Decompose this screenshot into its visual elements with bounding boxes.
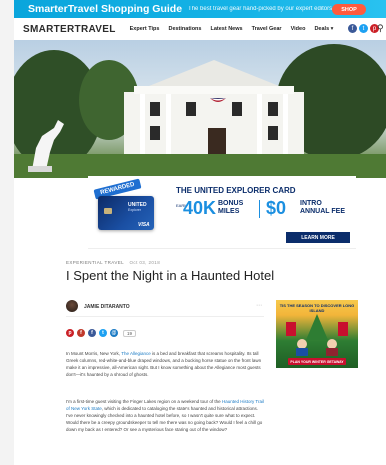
card-sub: Explorer	[128, 208, 142, 212]
twitter-icon[interactable]: t	[359, 24, 368, 33]
nav-link-video[interactable]: Video	[291, 26, 306, 32]
more-options-icon[interactable]: ⋯	[256, 302, 262, 309]
author-row: JAMIE DITARANTO ⋯	[66, 300, 264, 317]
category-label[interactable]: EXPERIENTIAL TRAVEL	[66, 260, 124, 265]
facebook-share-icon[interactable]: f	[88, 329, 96, 337]
promo-title: SmarterTravel Shopping Guide	[28, 3, 183, 15]
article-headline: I Spent the Night in a Haunted Hotel	[66, 268, 275, 283]
article-date: Oct 03, 2018	[129, 260, 161, 265]
nav-link-destinations[interactable]: Destinations	[168, 26, 201, 32]
article-paragraph-2: I'm a first-time guest visiting the Fing…	[66, 398, 264, 433]
article-category: EXPERIENTIAL TRAVEL Oct 03, 2018	[66, 260, 160, 265]
pinterest-share-icon[interactable]: p	[66, 329, 74, 337]
ad-title: THE UNITED EXPLORER CARD	[176, 186, 296, 195]
main-nav: SMARTERTRAVEL Expert Tips Destinations L…	[14, 18, 386, 41]
flipboard-share-icon[interactable]: f	[77, 329, 85, 337]
shop-button[interactable]: SHOP	[332, 4, 366, 15]
card-chip-icon	[104, 208, 112, 214]
share-buttons: p f f t @ 19	[66, 329, 137, 337]
p1-text-start: In Mount Morris, New York,	[66, 351, 122, 356]
promo-text: The best travel gear hand-picked by our …	[188, 6, 333, 12]
facebook-icon[interactable]: f	[348, 24, 357, 33]
ad-divider	[259, 200, 260, 218]
allegiance-link[interactable]: The Allegiance	[121, 351, 151, 356]
site-logo[interactable]: SMARTERTRAVEL	[23, 24, 116, 35]
hero-image	[14, 40, 386, 178]
author-name[interactable]: JAMIE DITARANTO	[84, 304, 130, 310]
learn-more-button[interactable]: LEARN MORE	[286, 232, 350, 243]
ad-bonus-label: BONUS MILES	[218, 200, 243, 216]
credit-card-ad[interactable]: REWARDED UNITED Explorer VISA THE UNITED…	[88, 176, 356, 249]
email-share-icon[interactable]: @	[110, 329, 118, 337]
ad-fee-label: INTRO ANNUAL FEE	[300, 200, 345, 216]
nav-link-travel-gear[interactable]: Travel Gear	[252, 26, 282, 32]
nav-link-latest-news[interactable]: Latest News	[210, 26, 242, 32]
ad-bonus-number: 40K	[183, 198, 217, 218]
nav-links: Expert Tips Destinations Latest News Tra…	[130, 26, 343, 32]
ad-fee-label-1: INTRO	[300, 200, 322, 207]
card-network: VISA	[138, 222, 150, 228]
side-ad-cta-button[interactable]: PLAN YOUR WINTER GETAWAY	[288, 358, 346, 365]
twitter-share-icon[interactable]: t	[99, 329, 107, 337]
share-count: 19	[123, 329, 137, 337]
p2-text-start: I'm a first-time guest visiting the Fing…	[66, 399, 222, 404]
haunted-hotel-photo	[14, 44, 386, 178]
nav-link-deals[interactable]: Deals ▾	[314, 26, 333, 32]
promo-bar[interactable]: SmarterTravel Shopping Guide The best tr…	[14, 0, 386, 18]
ad-bonus-label-2: MILES	[218, 208, 240, 215]
credit-card-image: UNITED Explorer VISA	[98, 196, 154, 230]
ad-fee-label-2: ANNUAL FEE	[300, 208, 345, 215]
page: SmarterTravel Shopping Guide The best tr…	[14, 0, 386, 465]
ad-bonus-label-1: BONUS	[218, 200, 244, 207]
ad-fee-number: $0	[266, 198, 287, 218]
long-island-ad[interactable]: TIS THE SEASON TO DISCOVER LONG ISLAND P…	[276, 300, 358, 368]
nav-link-expert-tips[interactable]: Expert Tips	[130, 26, 160, 32]
search-icon[interactable]: ⚲	[377, 23, 384, 34]
article-paragraph-1: In Mount Morris, New York, The Allegianc…	[66, 350, 264, 378]
avatar[interactable]	[66, 300, 78, 312]
